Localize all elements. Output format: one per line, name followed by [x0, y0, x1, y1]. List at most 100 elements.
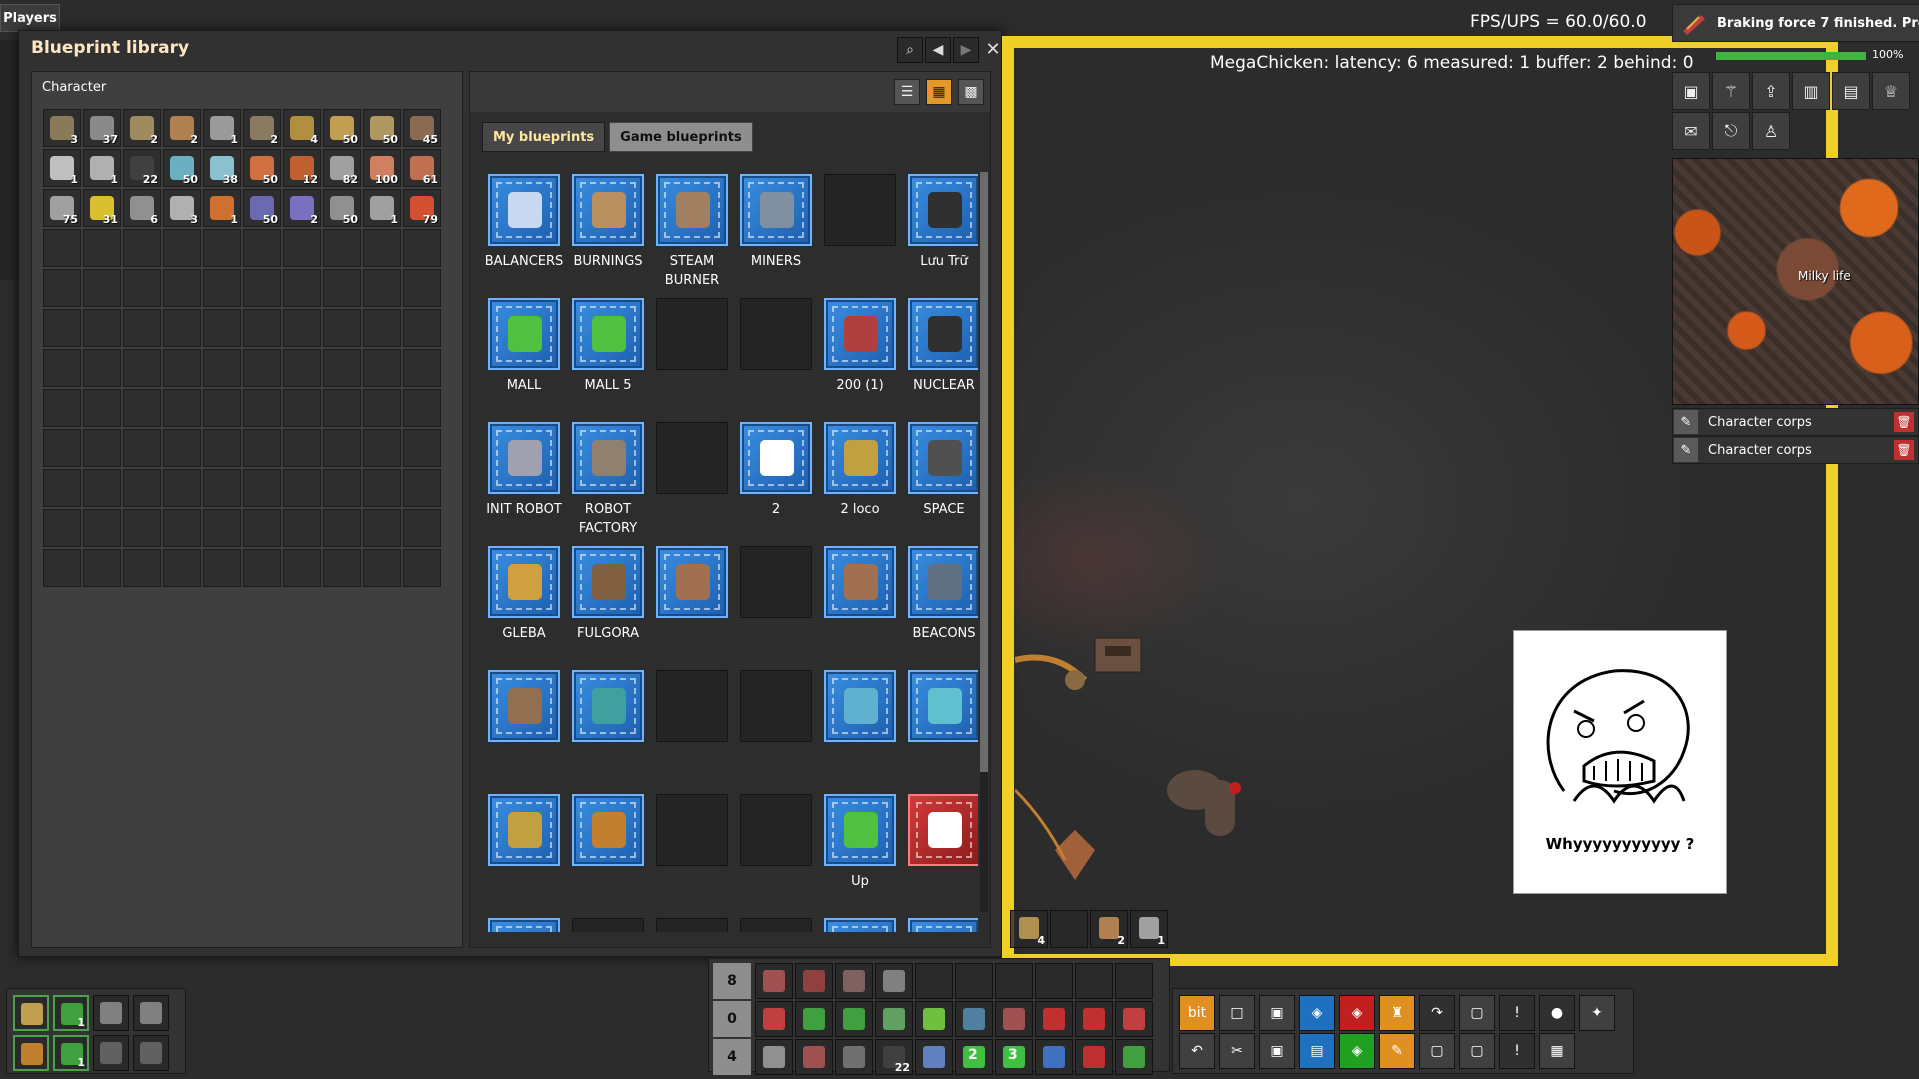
- inventory-slot[interactable]: [283, 309, 321, 347]
- shortcut-button[interactable]: ▢: [1459, 995, 1495, 1031]
- blueprint-icon[interactable]: [656, 546, 728, 618]
- quickbar-slot[interactable]: [835, 1039, 873, 1075]
- inventory-slot[interactable]: [123, 309, 161, 347]
- blueprint-slot[interactable]: [902, 668, 978, 792]
- inventory-slot[interactable]: [43, 549, 81, 587]
- inventory-slot[interactable]: [243, 509, 281, 547]
- list-view-icon[interactable]: ☰: [894, 79, 920, 105]
- inventory-slot[interactable]: [363, 509, 401, 547]
- blueprint-icon[interactable]: [824, 422, 896, 494]
- inventory-slot[interactable]: 50: [323, 189, 361, 227]
- blueprint-icon[interactable]: [908, 422, 978, 494]
- inventory-slot[interactable]: [363, 389, 401, 427]
- quickbar-slot[interactable]: [1115, 1039, 1153, 1075]
- inventory-slot[interactable]: 1: [363, 189, 401, 227]
- blueprint-icon[interactable]: [908, 794, 978, 866]
- inventory-slot[interactable]: [323, 509, 361, 547]
- inventory-slot[interactable]: [243, 229, 281, 267]
- blueprint-slot[interactable]: [734, 668, 818, 792]
- inventory-slot[interactable]: 1: [83, 149, 121, 187]
- inventory-slot[interactable]: [243, 549, 281, 587]
- inventory-slot[interactable]: [123, 269, 161, 307]
- research-alert[interactable]: Braking force 7 finished. Press T: [1672, 4, 1919, 42]
- shortcut-button[interactable]: !: [1499, 1033, 1535, 1069]
- quickbar-slot[interactable]: [955, 1001, 993, 1037]
- blueprint-icon[interactable]: [908, 298, 978, 370]
- inventory-slot[interactable]: [83, 509, 121, 547]
- shortcut-button[interactable]: ♜: [1379, 995, 1415, 1031]
- inventory-slot[interactable]: [123, 229, 161, 267]
- quickbar-slot[interactable]: [875, 963, 913, 999]
- blueprint-slot[interactable]: [734, 296, 818, 420]
- inventory-slot[interactable]: 6: [123, 189, 161, 227]
- search-icon[interactable]: ⌕: [897, 37, 923, 63]
- blueprint-icon[interactable]: [488, 546, 560, 618]
- quickbar-slot[interactable]: [875, 1001, 913, 1037]
- blueprint-icon[interactable]: [824, 670, 896, 742]
- quickbar-slot[interactable]: [1035, 963, 1073, 999]
- inventory-slot[interactable]: 82: [323, 149, 361, 187]
- shortcut-button[interactable]: bit: [1179, 995, 1215, 1031]
- inventory-slot[interactable]: [203, 229, 241, 267]
- inventory-slot[interactable]: [283, 349, 321, 387]
- inventory-slot[interactable]: [123, 349, 161, 387]
- inventory-slot[interactable]: [203, 389, 241, 427]
- inventory-slot[interactable]: [43, 429, 81, 467]
- blueprint-slot[interactable]: [902, 916, 978, 932]
- blueprint-icon[interactable]: [656, 174, 728, 246]
- inventory-slot[interactable]: [403, 549, 441, 587]
- delete-icon[interactable]: 🗑: [1894, 412, 1914, 432]
- hand-slot[interactable]: 2: [1090, 910, 1128, 948]
- shortcut-button[interactable]: □: [1219, 995, 1255, 1031]
- weapon-slot[interactable]: 1: [53, 1035, 89, 1071]
- blueprint-icon[interactable]: [572, 298, 644, 370]
- empty-blueprint-slot[interactable]: [656, 298, 728, 370]
- inventory-slot[interactable]: [83, 309, 121, 347]
- blueprint-slot[interactable]: MALL 5: [566, 296, 650, 420]
- quickbar-slot[interactable]: [835, 1001, 873, 1037]
- production-stats-icon[interactable]: ⚚: [1712, 72, 1750, 110]
- inventory-slot[interactable]: [403, 389, 441, 427]
- blueprint-slot[interactable]: BEACONS: [902, 544, 978, 668]
- blueprint-slot[interactable]: [818, 668, 902, 792]
- inventory-slot[interactable]: [283, 469, 321, 507]
- empty-blueprint-slot[interactable]: [656, 422, 728, 494]
- quickbar-slot[interactable]: [1035, 1001, 1073, 1037]
- inventory-slot[interactable]: [403, 349, 441, 387]
- shortcut-button[interactable]: ✦: [1579, 995, 1615, 1031]
- inventory-slot[interactable]: [403, 429, 441, 467]
- quickbar-slot[interactable]: 3: [995, 1039, 1033, 1075]
- shortcut-button[interactable]: ◈: [1339, 995, 1375, 1031]
- blueprint-slot[interactable]: [902, 792, 978, 916]
- blueprint-slot[interactable]: [482, 916, 566, 932]
- shortcut-button[interactable]: ▤: [1299, 1033, 1335, 1069]
- blueprint-icon[interactable]: [908, 174, 978, 246]
- inventory-slot[interactable]: [243, 469, 281, 507]
- blueprint-slot[interactable]: [818, 916, 902, 932]
- blueprint-icon[interactable]: [572, 422, 644, 494]
- quickbar-slot[interactable]: [1115, 963, 1153, 999]
- inventory-slot[interactable]: [123, 389, 161, 427]
- inventory-slot[interactable]: 45: [403, 109, 441, 147]
- inventory-slot[interactable]: 38: [203, 149, 241, 187]
- inventory-slot[interactable]: 75: [43, 189, 81, 227]
- corpse-entry[interactable]: ✎ Character corps 🗑: [1672, 436, 1919, 464]
- blueprint-slot[interactable]: BURNINGS: [566, 172, 650, 296]
- inventory-slot[interactable]: [83, 549, 121, 587]
- inventory-slot[interactable]: [323, 549, 361, 587]
- inventory-slot[interactable]: [83, 429, 121, 467]
- inventory-slot[interactable]: 100: [363, 149, 401, 187]
- empty-blueprint-slot[interactable]: [740, 546, 812, 618]
- quickbar-slot[interactable]: [1075, 963, 1113, 999]
- window-titlebar[interactable]: Blueprint library: [19, 31, 1001, 65]
- quickbar-slot[interactable]: [795, 1001, 833, 1037]
- inventory-slot[interactable]: [163, 269, 201, 307]
- empty-blueprint-slot[interactable]: [740, 670, 812, 742]
- shortcut-button[interactable]: !: [1499, 995, 1535, 1031]
- inventory-slot[interactable]: 50: [363, 109, 401, 147]
- blueprint-icon[interactable]: [740, 422, 812, 494]
- inventory-slot[interactable]: 2: [243, 109, 281, 147]
- blueprint-slot[interactable]: [566, 792, 650, 916]
- inventory-slot[interactable]: [363, 429, 401, 467]
- blueprint-slot[interactable]: INIT ROBOT: [482, 420, 566, 544]
